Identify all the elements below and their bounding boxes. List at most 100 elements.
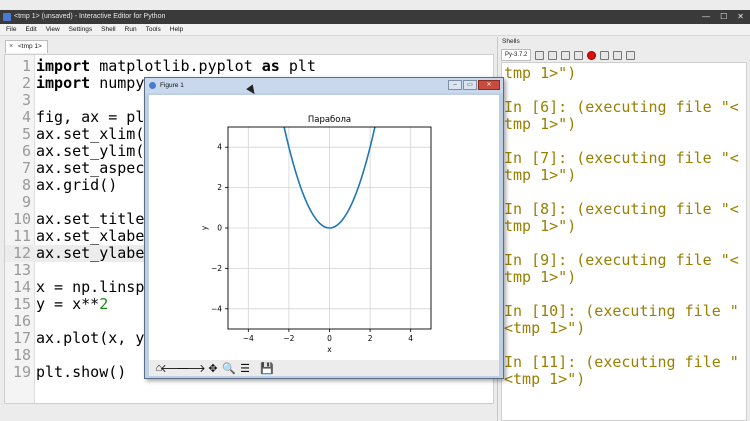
x-tick-label: −4 [243, 334, 254, 343]
line-number: 13 [12, 261, 31, 279]
line-number: 12 [12, 244, 31, 262]
restart-shell-icon[interactable] [561, 50, 571, 60]
code-text: ax.set_xlim( [36, 125, 145, 143]
terminate-shell-icon[interactable] [587, 50, 597, 60]
shell-line: tmp 1>") [504, 64, 577, 82]
app-window: <tmp 1> (unsaved) - Interactive Editor f… [0, 0, 750, 421]
code-text: ax.grid() [36, 176, 118, 194]
parabola-chart: −4 −4 −2 −2 0 0 2 2 4 4 Парабола x y [200, 115, 432, 354]
tab-close-icon[interactable]: × [9, 41, 13, 53]
figure-close-icon[interactable]: ✕ [478, 80, 500, 90]
line-number: 8 [21, 176, 31, 194]
shell-line: In [9]: (executing file "< [504, 251, 739, 269]
menu-run[interactable]: Run [125, 24, 137, 35]
code-text: ax.set_title [36, 210, 145, 228]
editor-tab-bar: × <tmp 1> [0, 37, 497, 54]
code-text: ax.set_aspect [36, 159, 154, 177]
x-axis-label: x [327, 345, 332, 354]
y-tick-label: 2 [217, 183, 222, 192]
plot-canvas[interactable]: −4 −4 −2 −2 0 0 2 2 4 4 Парабола x y [149, 95, 499, 360]
line-number: 2 [21, 74, 31, 92]
y-tick-label: 4 [217, 143, 222, 152]
debug-icon[interactable] [600, 50, 610, 60]
shell-line: <tmp 1>") [504, 370, 586, 388]
code-line[interactable]: 1 import matplotlib.pyplot as plt [5, 58, 495, 75]
shell-line: In [6]: (executing file "< [504, 98, 739, 116]
menu-file[interactable]: File [6, 24, 16, 35]
shell-config-icon[interactable] [548, 50, 558, 60]
menu-edit[interactable]: Edit [25, 24, 36, 35]
zoom-icon[interactable]: 🔍 [222, 362, 236, 375]
y-axis-label: y [200, 225, 209, 230]
shell-line: tmp 1>") [504, 217, 577, 235]
code-text: ax.set_ylabel [36, 244, 154, 262]
code-text: x = np.linspa [36, 278, 154, 296]
code-text: ax.plot(x, y [36, 329, 145, 347]
menu-shell[interactable]: Shell [101, 24, 115, 35]
shell-pane: Shells Py-3.7.2 tmp 1>") In [6]: (executi… [497, 37, 750, 421]
code-text: plt.show() [36, 363, 127, 381]
app-logo-icon [3, 13, 11, 21]
figure-maximize-icon[interactable]: ▭ [463, 80, 477, 90]
x-tick-label: 0 [327, 334, 332, 343]
shell-line: tmp 1>") [504, 166, 577, 184]
shell-line: <tmp 1>") [504, 319, 586, 337]
menu-tools[interactable]: Tools [146, 24, 161, 35]
y-tick-label: −4 [211, 304, 222, 313]
save-icon[interactable]: 💾 [260, 362, 274, 375]
clear-shell-icon[interactable] [626, 50, 636, 60]
figure-window-title: Figure 1 [160, 82, 184, 89]
y-tick-label: 0 [217, 224, 222, 233]
code-text: fig, ax = plt [36, 108, 154, 126]
new-shell-icon[interactable] [535, 50, 545, 60]
code-text: import numpy [36, 74, 145, 92]
forward-arrow-icon[interactable]: 🡒 [176, 362, 206, 375]
x-tick-label: −2 [283, 334, 294, 343]
code-text: import matplotlib.pyplot as plt [36, 57, 316, 75]
x-tick-label: 4 [408, 334, 413, 343]
line-number: 19 [12, 363, 31, 381]
shell-tab[interactable]: Py-3.7.2 [501, 49, 532, 61]
shell-line: In [10]: (executing file " [504, 302, 739, 320]
line-number: 7 [21, 159, 31, 177]
figure-window: Figure 1 – ▭ ✕ −4 −4 −2 −2 0 0 2 2 4 4 Парабола x y … [144, 77, 504, 379]
line-number: 9 [21, 193, 31, 211]
code-text: y = x**2 [36, 295, 109, 313]
menu-bar: File Edit View Settings Shell Run Tools … [0, 24, 750, 36]
window-title: <tmp 1> (unsaved) - Interactive Editor f… [14, 13, 166, 20]
figure-minimize-icon[interactable]: – [448, 80, 462, 90]
shell-line: tmp 1>") [504, 268, 577, 286]
editor-tab[interactable]: × <tmp 1> [5, 40, 48, 53]
x-tick-label: 2 [368, 334, 373, 343]
figure-toolbar: ⌂ 🡐 🡒 ✥ 🔍 ☰ 💾 [149, 360, 499, 376]
configure-subplots-icon[interactable]: ☰ [238, 362, 252, 375]
menu-view[interactable]: View [46, 24, 60, 35]
shell-line: In [11]: (executing file " [504, 353, 739, 371]
menu-help[interactable]: Help [170, 24, 183, 35]
line-number: 16 [12, 312, 31, 330]
step-icon[interactable] [613, 50, 623, 60]
line-number: 1 [21, 57, 31, 75]
close-icon[interactable]: ✕ [737, 10, 744, 24]
line-number: 6 [21, 142, 31, 160]
line-number: 10 [12, 210, 31, 228]
line-number: 18 [12, 346, 31, 364]
line-number: 15 [12, 295, 31, 313]
line-number: 17 [12, 329, 31, 347]
shell-output[interactable]: tmp 1>") In [6]: (executing file "< tmp 1>… [501, 62, 747, 421]
pan-icon[interactable]: ✥ [206, 362, 220, 375]
shell-toolbar: Py-3.7.2 [498, 48, 750, 62]
chart-title: Парабола [308, 115, 351, 125]
figure-title-bar[interactable]: Figure 1 – ▭ ✕ [145, 78, 503, 93]
interrupt-icon[interactable] [574, 50, 584, 60]
line-number: 4 [21, 108, 31, 126]
minimize-icon[interactable]: — [702, 10, 710, 24]
menu-settings[interactable]: Settings [69, 24, 93, 35]
shell-line: In [8]: (executing file "< [504, 200, 739, 218]
line-number: 14 [12, 278, 31, 296]
shells-label: Shells [502, 38, 520, 45]
shell-line: tmp 1>") [504, 115, 577, 133]
shell-line: In [7]: (executing file "< [504, 149, 739, 167]
line-number: 5 [21, 125, 31, 143]
maximize-icon[interactable]: ☐ [720, 10, 727, 24]
